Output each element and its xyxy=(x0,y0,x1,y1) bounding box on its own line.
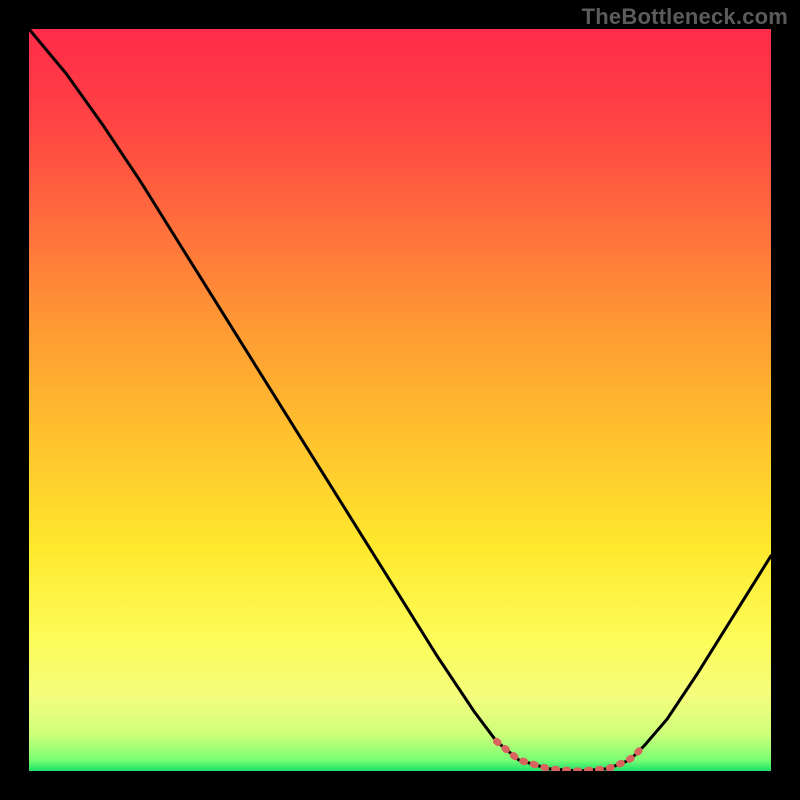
chart-svg xyxy=(29,29,771,771)
chart-container: TheBottleneck.com xyxy=(0,0,800,800)
gradient-background xyxy=(29,29,771,771)
plot-area xyxy=(29,29,771,771)
watermark-text: TheBottleneck.com xyxy=(582,4,788,30)
